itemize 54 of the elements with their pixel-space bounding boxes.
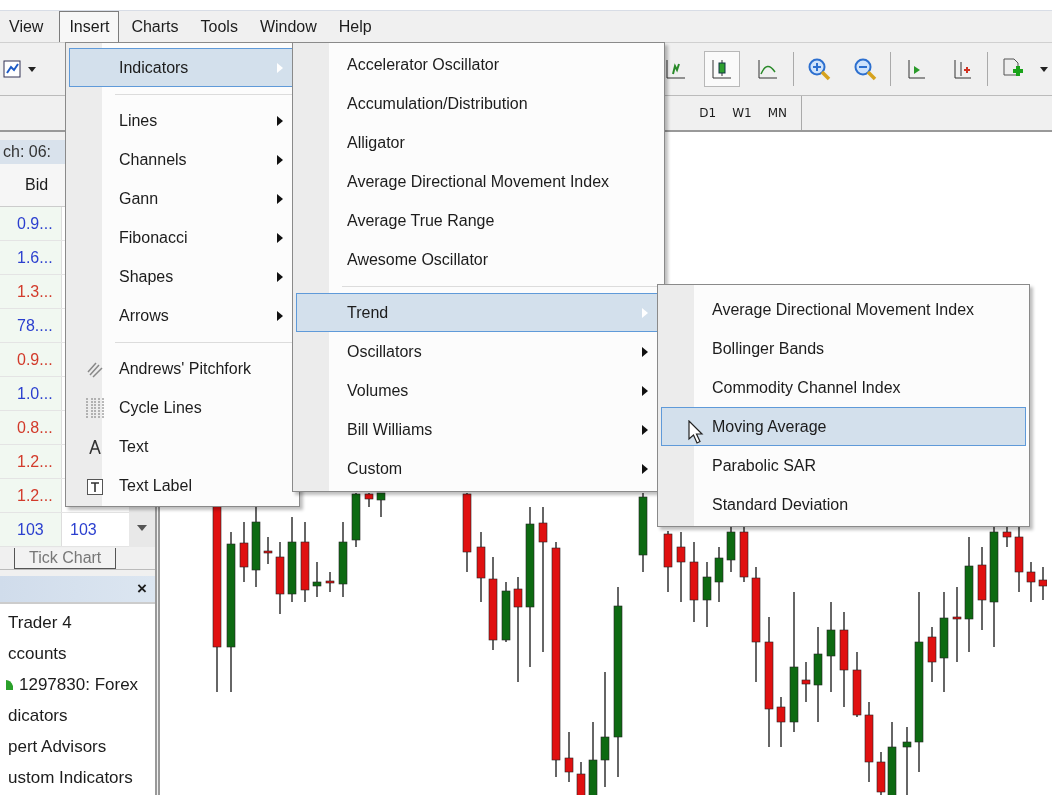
tree-item[interactable]: dicators	[0, 700, 155, 731]
menu-item[interactable]: Average True Range	[296, 201, 661, 240]
menu-item[interactable]: Alligator	[296, 123, 661, 162]
bid-price: 1.6...	[0, 241, 62, 274]
timeframe-button[interactable]: W1	[724, 106, 760, 120]
menu-item[interactable]: Text	[69, 427, 296, 466]
ask-price: 103	[69, 520, 97, 539]
menu-item[interactable]: Text Label	[69, 466, 296, 505]
menu-item[interactable]: Accumulation/Distribution	[296, 84, 661, 123]
menu-bar-item[interactable]: Help	[328, 11, 382, 42]
menu-bar-item[interactable]: Tools	[190, 11, 248, 42]
menu-item[interactable]: Accelerator Oscillator	[296, 45, 661, 84]
menu-item[interactable]: Shapes	[69, 257, 296, 296]
menu-item[interactable]: Custom	[296, 449, 661, 488]
timeframe-button[interactable]: MN	[759, 106, 795, 120]
menu-item[interactable]: Bill Williams	[296, 410, 661, 449]
bid-price: 0.8...	[0, 411, 62, 444]
menu-item[interactable]: Fibonacci	[69, 218, 296, 257]
timeframe-button[interactable]: D1	[691, 106, 725, 120]
bid-price: 1.2...	[0, 479, 62, 512]
menu-item[interactable]: Moving Average	[661, 407, 1026, 446]
menu-bar-item[interactable]: View	[0, 11, 54, 42]
menu-item[interactable]: Average Directional Movement Index	[661, 290, 1026, 329]
tree-item[interactable]: ccounts	[0, 638, 155, 669]
menu-item[interactable]: Parabolic SAR	[661, 446, 1026, 485]
column-header: Bid	[25, 176, 49, 194]
menu-bar-item[interactable]: Charts	[121, 11, 189, 42]
bid-price: 1.3...	[0, 275, 62, 308]
menu-item[interactable]: Commodity Channel Index	[661, 368, 1026, 407]
menu-item[interactable]: Volumes	[296, 371, 661, 410]
bid-price: 0.9...	[0, 343, 62, 376]
menu-item[interactable]: Andrews' Pitchfork	[69, 349, 296, 388]
menu-item[interactable]: Oscillators	[296, 332, 661, 371]
menu-item[interactable]: Gann	[69, 179, 296, 218]
menu-item[interactable]: Awesome Oscillator	[296, 240, 661, 279]
tree-item[interactable]: 1297830: Forex	[19, 674, 139, 695]
menu-item[interactable]: Lines	[69, 101, 296, 140]
menu-bar-item[interactable]: Insert	[59, 11, 120, 42]
bid-price: 103	[0, 513, 62, 546]
menu-item[interactable]: Cycle Lines	[69, 388, 296, 427]
tree-item[interactable]: Trader 4	[0, 607, 155, 638]
menu-item[interactable]: Standard Deviation	[661, 485, 1026, 524]
menu-item[interactable]: Arrows	[69, 296, 296, 335]
tab[interactable]: Tick Chart	[14, 548, 117, 569]
menu-item[interactable]: Average Directional Movement Index	[296, 162, 661, 201]
bid-price: 0.9...	[0, 207, 62, 240]
tree-item[interactable]: ustom Indicators	[0, 762, 155, 793]
bid-price: 78....	[0, 309, 62, 342]
bid-price: 1.0...	[0, 377, 62, 410]
close-button[interactable]: ×	[137, 579, 147, 599]
bid-price: 1.2...	[0, 445, 62, 478]
menu-bar-item[interactable]: Window	[249, 11, 327, 42]
tree-item[interactable]: pert Advisors	[0, 731, 155, 762]
menu-item[interactable]: Bollinger Bands	[661, 329, 1026, 368]
